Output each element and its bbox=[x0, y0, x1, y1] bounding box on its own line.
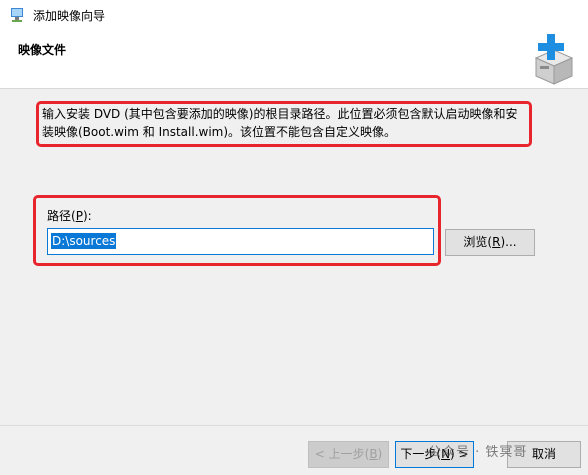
browse-button[interactable]: 浏览(R)... bbox=[445, 229, 535, 256]
box-plus-icon bbox=[534, 34, 574, 85]
back-button-suffix: ) bbox=[377, 447, 383, 461]
browse-button-prefix: 浏览( bbox=[463, 235, 493, 249]
wizard-header: 映像文件 bbox=[0, 30, 588, 89]
title-bar: 添加映像向导 bbox=[0, 0, 588, 30]
back-button-access-key: B bbox=[369, 447, 378, 461]
highlight-box-instruction bbox=[36, 101, 532, 147]
window-title: 添加映像向导 bbox=[33, 9, 106, 23]
watermark: 公众号 · 铁冥哥 bbox=[428, 445, 528, 460]
footer-divider bbox=[0, 425, 588, 426]
page-title: 映像文件 bbox=[18, 43, 67, 57]
wizard-icon bbox=[11, 8, 23, 22]
back-button[interactable]: < 上一步(B) bbox=[308, 441, 389, 468]
back-button-prefix: < 上一步( bbox=[314, 447, 370, 461]
browse-button-suffix: )... bbox=[500, 235, 517, 249]
highlight-box-path bbox=[33, 195, 441, 266]
